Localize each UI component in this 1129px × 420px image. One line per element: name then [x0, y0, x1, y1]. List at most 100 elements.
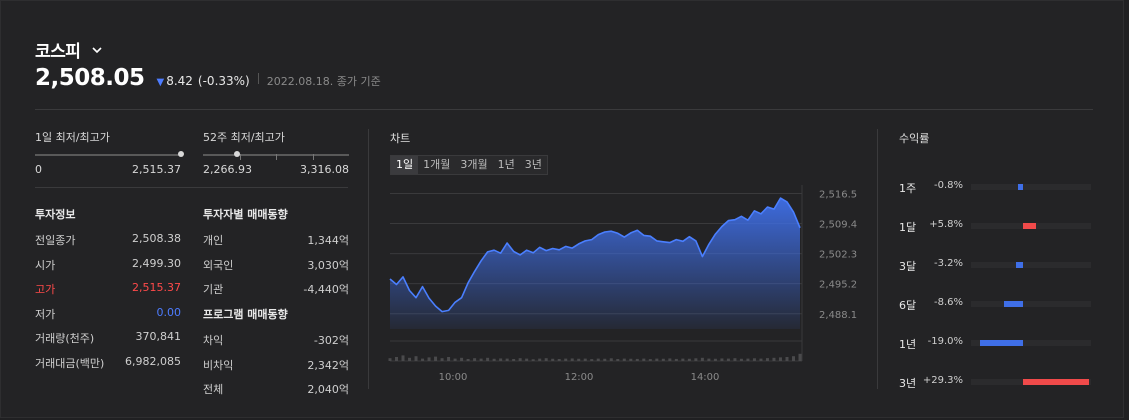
returns-title: 수익률	[899, 132, 930, 145]
volume-bar	[414, 356, 418, 361]
volume-bar	[648, 359, 652, 361]
volume-bar	[453, 358, 457, 361]
row-value: 2,342억	[307, 358, 349, 372]
tab-0[interactable]: 1일	[391, 156, 419, 174]
row-value: 2,499.30	[132, 256, 181, 270]
price-chart: 2,516.5 2,509.4 2,502.3 2,495.2 2,488.1 10:00…	[388, 185, 857, 383]
row-label: 전체	[203, 383, 224, 396]
y-tick-label: 2,516.5	[819, 189, 857, 200]
row-value: -4,440억	[303, 283, 349, 296]
row-value: 6,982,085	[125, 354, 181, 368]
volume-bar	[687, 358, 691, 361]
date-note: 2022.08.18. 종가 기준	[266, 75, 381, 88]
row-label: 고가	[35, 283, 56, 296]
return-value: +29.3%	[922, 375, 963, 386]
volume-bar	[674, 358, 678, 361]
volume-bar	[564, 358, 568, 361]
table-row: 차익 -302억	[203, 332, 349, 357]
return-bar	[1003, 301, 1023, 307]
y-tick-label: 2,495.2	[819, 280, 857, 291]
range-label: 1일 최저/최고가	[35, 131, 110, 144]
divider	[35, 109, 1093, 110]
volume-bar	[577, 358, 581, 361]
x-tick-label: 14:00	[691, 372, 720, 383]
return-value: -19.0%	[927, 336, 963, 347]
table-row: 저가 0.00	[35, 306, 181, 331]
volume-bar	[583, 358, 587, 361]
volume-bar	[752, 358, 756, 361]
divider	[877, 129, 878, 389]
volume-bar	[473, 358, 477, 361]
volume-bar	[466, 359, 470, 361]
volume-bar	[739, 358, 743, 361]
chevron-down-icon	[92, 46, 102, 53]
program-trading-table: 프로그램 매매동향 차익 -302억 비차익 2,342억 전체 2,040억	[203, 306, 349, 406]
y-tick-label: 2,488.1	[819, 310, 857, 321]
volume-bar	[785, 357, 789, 361]
volume-bar	[642, 358, 646, 361]
table-row: 기관 -4,440억	[203, 281, 349, 306]
volume-bar	[700, 357, 704, 361]
y-tick-label: 2,502.3	[819, 250, 857, 261]
row-value: 2,515.37	[132, 281, 181, 294]
range-high: 2,515.37	[132, 163, 181, 176]
volume-bar	[655, 358, 659, 361]
tab-2[interactable]: 3개월	[455, 156, 492, 174]
row-value: 0.00	[156, 305, 182, 319]
volume-bar	[720, 358, 724, 361]
tab-3[interactable]: 1년	[493, 156, 520, 174]
down-arrow-icon: ▼	[156, 77, 165, 88]
volume-bar	[401, 355, 405, 361]
row-value: 2,508.38	[132, 232, 181, 245]
return-value: -0.8%	[933, 180, 963, 191]
range-tick	[312, 154, 314, 160]
return-bar-track	[971, 184, 1091, 190]
section-title: 프로그램 매매동향	[203, 308, 288, 321]
return-bar	[979, 340, 1023, 346]
volume-bar	[668, 358, 672, 361]
return-period: 1달	[899, 221, 917, 234]
return-row: 3년 +29.3%	[899, 375, 1091, 390]
volume-bar	[460, 357, 464, 361]
volume-bar	[622, 358, 626, 361]
range-high: 3,316.08	[300, 163, 349, 176]
volume-bar	[518, 358, 522, 361]
volume-bar	[538, 358, 542, 361]
volume-bar	[798, 353, 802, 361]
tab-1[interactable]: 1개월	[418, 156, 455, 174]
tab-4[interactable]: 3년	[520, 156, 547, 174]
return-bar-track	[971, 262, 1091, 268]
return-period: 6달	[899, 299, 917, 312]
range-tick	[239, 154, 241, 160]
volume-bar	[486, 357, 490, 361]
volume-bar	[629, 358, 633, 361]
divider	[257, 72, 259, 84]
volume-bar	[499, 358, 503, 361]
invest-info-table: 투자정보 전일종가 2,508.38 시가 2,499.30 고가 2,515.37 저가 0…	[35, 206, 181, 379]
volume-bar	[791, 356, 795, 361]
return-value: +5.8%	[929, 219, 963, 230]
table-row: 전체 2,040억	[203, 381, 349, 406]
volume-bar	[746, 358, 750, 361]
volume-bar	[772, 357, 776, 361]
index-selector[interactable]: 코스피	[35, 37, 104, 62]
volume-bar	[681, 358, 685, 361]
divider	[35, 187, 348, 188]
volume-bar	[635, 358, 639, 361]
current-price: 2,508.05	[35, 65, 145, 91]
52week-range: 52주 최저/최고가 2,266.93 3,316.08	[203, 129, 349, 176]
return-period: 1년	[899, 338, 917, 351]
table-row: 비차익 2,342억	[203, 357, 349, 382]
price-change-percent: (-0.33%)	[197, 74, 250, 88]
return-bar-track	[971, 301, 1091, 307]
range-track	[203, 151, 349, 160]
day-range: 1일 최저/최고가 0 2,515.37	[35, 129, 184, 176]
return-bar	[1023, 379, 1090, 385]
volume-bar	[759, 358, 763, 361]
volume-bar	[570, 358, 574, 361]
row-value: 1,344억	[307, 234, 349, 247]
volume-bar	[596, 358, 600, 361]
kospi-panel: 코스피 2,508.05 ▼ 8.42 (-0.33%) 2022.08.18.…	[0, 0, 1124, 418]
volume-bar	[531, 359, 535, 361]
return-period: 3년	[899, 377, 917, 390]
